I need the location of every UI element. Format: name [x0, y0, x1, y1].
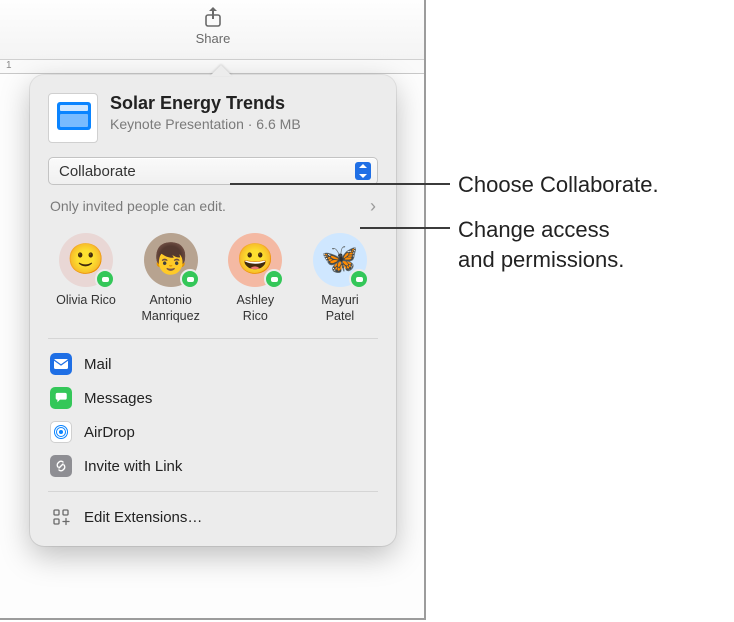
- contact-name: Ashley: [217, 293, 293, 309]
- chevron-up-down-icon: [355, 162, 371, 180]
- contact-item[interactable]: 🙂 Olivia Rico: [48, 233, 124, 324]
- callout-line2: and permissions.: [458, 247, 624, 272]
- chevron-right-icon: ›: [370, 197, 376, 215]
- messages-icon: [50, 387, 72, 409]
- contact-name-2: Manriquez: [133, 309, 209, 325]
- document-thumbnail: [48, 93, 98, 143]
- action-mail[interactable]: Mail: [48, 347, 378, 381]
- contact-item[interactable]: 😀 Ashley Rico: [217, 233, 293, 324]
- permissions-row[interactable]: Only invited people can edit. ›: [48, 195, 378, 223]
- ruler-number: 1: [6, 60, 12, 71]
- action-label: AirDrop: [84, 424, 135, 441]
- action-label: Messages: [84, 390, 152, 407]
- avatar: 👦: [144, 233, 198, 287]
- contact-item[interactable]: 👦 Antonio Manriquez: [133, 233, 209, 324]
- action-invite-link[interactable]: Invite with Link: [48, 449, 378, 483]
- share-label: Share: [190, 31, 236, 46]
- callout-permissions: Change access and permissions.: [458, 215, 624, 274]
- callout-line: [230, 183, 450, 185]
- callout-collaborate: Choose Collaborate.: [458, 170, 659, 200]
- airdrop-icon: [50, 421, 72, 443]
- collaborate-mode-select[interactable]: Collaborate: [48, 157, 378, 185]
- mail-icon: [50, 353, 72, 375]
- action-messages[interactable]: Messages: [48, 381, 378, 415]
- share-button[interactable]: Share: [190, 5, 236, 46]
- contact-name: Olivia Rico: [48, 293, 124, 309]
- callout-line1: Change access: [458, 217, 610, 242]
- document-title: Solar Energy Trends: [110, 93, 301, 114]
- contact-name: Antonio: [133, 293, 209, 309]
- avatar: 🙂: [59, 233, 113, 287]
- avatar: 🦋: [313, 233, 367, 287]
- collaborate-mode-label: Collaborate: [59, 163, 136, 180]
- contact-item[interactable]: 🦋 Mayuri Patel: [302, 233, 378, 324]
- callout-line: [360, 227, 450, 229]
- avatar: 😀: [228, 233, 282, 287]
- messages-badge-icon: [180, 269, 200, 289]
- contact-name-2: Rico: [217, 309, 293, 325]
- messages-badge-icon: [95, 269, 115, 289]
- link-icon: [50, 455, 72, 477]
- share-popover: Solar Energy Trends Keynote Presentation…: [30, 75, 396, 546]
- extensions-icon: [50, 506, 72, 528]
- action-label: Invite with Link: [84, 458, 182, 475]
- share-icon: [201, 5, 225, 29]
- contact-name: Mayuri: [302, 293, 378, 309]
- document-subtitle: Keynote Presentation · 6.6 MB: [110, 116, 301, 132]
- share-actions: Mail Messages AirDrop Invite with Link: [48, 347, 378, 492]
- messages-badge-icon: [349, 269, 369, 289]
- permissions-summary: Only invited people can edit.: [50, 198, 226, 214]
- contacts-row: 🙂 Olivia Rico 👦 Antonio Manriquez 😀 Ashl…: [48, 223, 378, 339]
- toolbar: Share: [0, 0, 424, 60]
- action-airdrop[interactable]: AirDrop: [48, 415, 378, 449]
- messages-badge-icon: [264, 269, 284, 289]
- edit-extensions-label: Edit Extensions…: [84, 509, 202, 526]
- contact-name-2: Patel: [302, 309, 378, 325]
- edit-extensions[interactable]: Edit Extensions…: [48, 500, 378, 536]
- action-label: Mail: [84, 356, 112, 373]
